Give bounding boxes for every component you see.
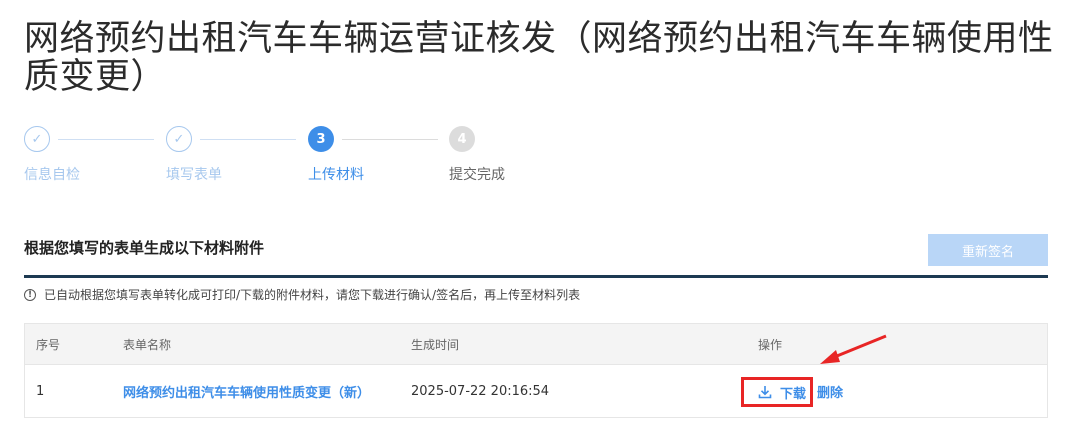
row-generated-time: 2025-07-22 20:16:54 (411, 383, 550, 399)
row-actions: 下载 删除 (741, 365, 843, 417)
red-arrow-icon (820, 334, 887, 364)
step-upload-materials: 3 上传材料 (308, 126, 408, 183)
step-info-check: ✓ 信息自检 (24, 126, 124, 183)
page-title: 网络预约出租汽车车辆运营证核发（网络预约出租汽车车辆使用性质变更） (24, 19, 1054, 97)
check-icon: ✓ (24, 126, 50, 152)
step-label: 信息自检 (24, 167, 80, 183)
check-icon: ✓ (166, 126, 192, 152)
step-number: 4 (449, 126, 475, 152)
section-title: 根据您填写的表单生成以下材料附件 (24, 239, 265, 257)
download-icon (758, 386, 772, 399)
row-index: 1 (36, 383, 45, 399)
materials-table: 序号 表单名称 生成时间 操作 1 网络预约出租汽车车辆使用性质变更（新） 20… (24, 323, 1048, 418)
info-icon: ! (24, 288, 36, 301)
form-name-link[interactable]: 网络预约出租汽车车辆使用性质变更（新） (123, 365, 370, 417)
step-fill-form: ✓ 填写表单 (166, 126, 266, 183)
resign-button[interactable]: 重新签名 (928, 234, 1048, 266)
header-index: 序号 (36, 337, 61, 352)
header-generated-time: 生成时间 (411, 337, 460, 352)
step-label: 上传材料 (308, 167, 364, 183)
header-actions: 操作 (758, 337, 783, 352)
step-submit-complete: 4 提交完成 (449, 126, 549, 183)
download-label: 下载 (780, 386, 807, 402)
section-divider (24, 275, 1048, 278)
table-header: 序号 表单名称 生成时间 操作 (25, 324, 1047, 365)
download-button[interactable]: 下载 (741, 377, 814, 407)
header-form-name: 表单名称 (123, 337, 172, 352)
step-number: 3 (308, 126, 334, 152)
table-row: 1 网络预约出租汽车车辆使用性质变更（新） 2025-07-22 20:16:5… (25, 365, 1047, 417)
notice-text: 已自动根据您填写表单转化成可打印/下载的附件材料，请您下载进行确认/签名后，再上… (44, 288, 581, 302)
delete-link[interactable]: 删除 (817, 382, 843, 401)
progress-steps: ✓ 信息自检 ✓ 填写表单 3 上传材料 4 提交完成 (24, 126, 624, 186)
step-label: 填写表单 (166, 167, 222, 183)
step-label: 提交完成 (449, 167, 505, 183)
notice: ! 已自动根据您填写表单转化成可打印/下载的附件材料，请您下载进行确认/签名后，… (24, 286, 580, 303)
